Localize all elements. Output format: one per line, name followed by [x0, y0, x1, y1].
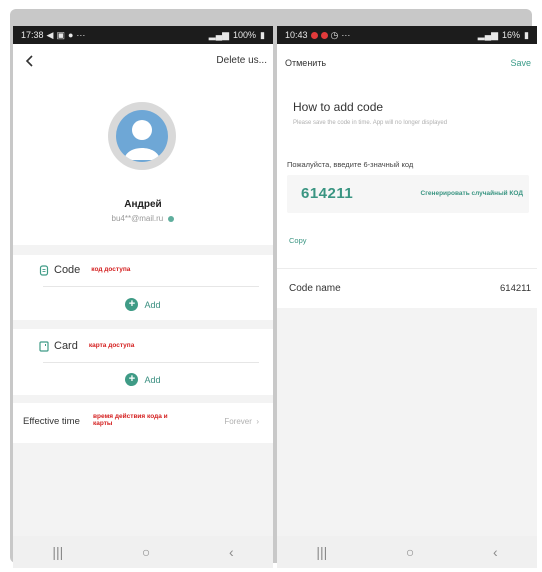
- user-email-row: bu4**@mail.ru: [13, 214, 273, 223]
- card-icon: [39, 340, 49, 352]
- phone-right: 10:43 ◷ ··· ▂▄▆ 16% ▮ Отменить Save How …: [277, 26, 537, 568]
- copy-button[interactable]: Copy: [289, 236, 307, 245]
- card-section: Card карта доступа + Add: [13, 329, 273, 395]
- save-button[interactable]: Save: [510, 58, 531, 68]
- enter-code-label: Пожалуйста, введите 6-значный код: [287, 160, 414, 169]
- code-name-row[interactable]: Code name 614211: [277, 268, 537, 308]
- user-email: bu4**@mail.ru: [111, 214, 164, 223]
- user-profile: Андрей bu4**@mail.ru: [13, 80, 273, 245]
- code-name-label: Code name: [289, 283, 341, 294]
- user-name: Андрей: [124, 199, 162, 210]
- image-icon: ▣: [56, 29, 65, 40]
- effective-time-annotation: время действия кода и карты: [93, 413, 168, 428]
- avatar-person-icon: [116, 110, 168, 162]
- battery-level: 100%: [233, 30, 257, 40]
- code-value[interactable]: 614211: [301, 185, 353, 202]
- add-card-button[interactable]: + Add: [13, 373, 273, 386]
- back-icon[interactable]: ‹: [493, 544, 498, 560]
- verified-icon: [168, 215, 175, 222]
- cancel-button[interactable]: Отменить: [285, 58, 326, 68]
- card-annotation: карта доступа: [88, 342, 135, 350]
- top-bar: Delete us...: [13, 44, 273, 80]
- home-icon[interactable]: ○: [142, 544, 150, 560]
- signal-icon: ▂▄▆: [208, 29, 230, 40]
- back-icon[interactable]: ‹: [229, 544, 234, 560]
- chevron-right-icon: ›: [254, 417, 259, 426]
- avatar: [108, 102, 176, 170]
- effective-time-value-row: Forever ›: [224, 417, 259, 426]
- android-nav-bar: ||| ○ ‹: [13, 536, 273, 568]
- battery-icon: ▮: [524, 29, 529, 40]
- password-icon: [39, 264, 49, 276]
- status-bar: 10:43 ◷ ··· ▂▄▆ 16% ▮: [277, 26, 537, 44]
- status-time: 10:43: [285, 30, 308, 40]
- add-card-label: Add: [144, 374, 161, 385]
- status-time: 17:38: [21, 30, 44, 40]
- page-subtitle: Please save the code in time. App will n…: [293, 120, 448, 126]
- plus-icon: +: [125, 298, 139, 311]
- recent-apps-icon[interactable]: |||: [316, 544, 327, 560]
- top-bar: Отменить Save: [277, 44, 537, 80]
- notification-dot-icon: ●: [67, 30, 74, 40]
- add-code-panel: How to add code Please save the code in …: [277, 80, 537, 268]
- effective-time-value: Forever: [224, 417, 252, 426]
- card-section-title: Card: [54, 340, 78, 352]
- divider: [43, 362, 259, 363]
- code-annotation: код доступа: [91, 266, 131, 274]
- delete-user-button[interactable]: Delete us...: [216, 55, 267, 66]
- effective-time-row[interactable]: Effective time время действия кода и кар…: [13, 403, 273, 443]
- more-icon: ···: [76, 30, 86, 40]
- divider: [43, 286, 259, 287]
- effective-time-label: Effective time: [23, 416, 80, 427]
- card-section-header: Card карта доступа: [39, 340, 134, 352]
- generate-random-code-button[interactable]: Сгенерировать случайный КОД: [421, 190, 523, 197]
- add-code-button[interactable]: + Add: [13, 298, 273, 311]
- phone-left: 17:38 ◀ ▣ ● ··· ▂▄▆ 100% ▮ Delete us...: [13, 26, 273, 568]
- code-input-box[interactable]: 614211 Сгенерировать случайный КОД: [287, 175, 529, 213]
- android-nav-bar: ||| ○ ‹: [277, 536, 537, 568]
- status-bar: 17:38 ◀ ▣ ● ··· ▂▄▆ 100% ▮: [13, 26, 273, 44]
- back-arrow-icon[interactable]: [23, 54, 37, 68]
- recent-apps-icon[interactable]: |||: [52, 544, 63, 560]
- plus-icon: +: [125, 373, 139, 386]
- notification-red-icon: [310, 31, 318, 39]
- home-icon[interactable]: ○: [406, 544, 414, 560]
- page-title: How to add code: [293, 100, 384, 114]
- more-icon: ···: [341, 30, 351, 40]
- code-section: Code код доступа + Add: [13, 255, 273, 320]
- code-section-title: Code: [54, 264, 81, 276]
- alarm-icon: ◷: [330, 29, 339, 40]
- code-section-header: Code код доступа: [39, 264, 130, 276]
- battery-icon: ▮: [260, 29, 265, 40]
- battery-level: 16%: [502, 30, 521, 40]
- add-code-label: Add: [144, 299, 161, 310]
- navigation-icon: ◀: [46, 29, 54, 40]
- code-name-value: 614211: [500, 283, 531, 294]
- signal-icon: ▂▄▆: [477, 29, 499, 40]
- notification-red-icon: [320, 31, 328, 39]
